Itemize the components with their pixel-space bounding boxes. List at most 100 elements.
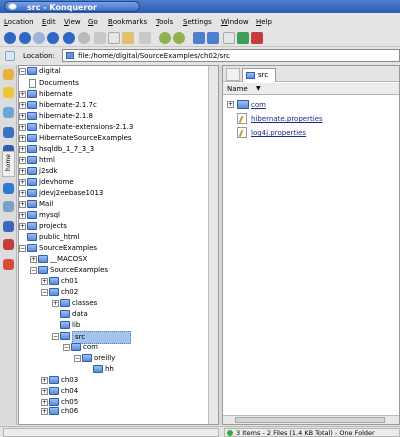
print-icon[interactable] (139, 32, 151, 44)
copy-icon[interactable] (108, 32, 120, 44)
expand-icon[interactable]: + (19, 157, 26, 164)
find-icon[interactable] (237, 32, 249, 44)
menu-window[interactable]: Window (221, 17, 249, 27)
file-row[interactable]: hibernate.properties (223, 112, 399, 125)
expand-icon[interactable]: + (41, 408, 48, 415)
network-icon[interactable] (3, 127, 14, 138)
expand-icon[interactable]: + (19, 223, 26, 230)
icon-view-icon[interactable] (193, 32, 205, 44)
scrollbar-thumb[interactable] (235, 417, 385, 423)
file-name[interactable]: hibernate.properties (251, 114, 323, 124)
expand-icon[interactable]: + (19, 212, 26, 219)
tree-vertical-scrollbar[interactable] (208, 66, 218, 424)
up-icon[interactable] (4, 32, 16, 44)
menu-help[interactable]: Help (256, 17, 272, 27)
collapse-icon[interactable]: − (19, 68, 26, 75)
menu-location[interactable]: Location (4, 17, 34, 27)
file-name[interactable]: com (251, 100, 266, 110)
menu-bookmarks[interactable]: Bookmarks (108, 17, 147, 27)
web-icon[interactable] (3, 239, 14, 250)
folder-icon (27, 101, 37, 109)
root-folder-icon[interactable] (3, 183, 14, 194)
menu-go[interactable]: Go (88, 17, 98, 27)
folder-tree[interactable]: − digital Documents + hibernate + hibernate… (18, 65, 219, 425)
collapse-icon[interactable]: − (19, 245, 26, 252)
tree-item-selected[interactable]: − src (19, 331, 131, 344)
folder-icon (27, 200, 37, 208)
column-header-name[interactable]: Name ▼ (223, 83, 399, 95)
expand-icon[interactable]: + (227, 101, 234, 108)
window-title-pill[interactable]: src - Konqueror (4, 1, 140, 12)
location-input[interactable]: file:/home/digital/SourceExamples/ch02/s… (62, 49, 400, 62)
status-left-pane (3, 428, 219, 437)
expand-icon[interactable]: + (19, 168, 26, 175)
sidebar-toggle-icon[interactable] (251, 32, 263, 44)
forward-icon[interactable] (33, 32, 45, 44)
file-view-horizontal-scrollbar[interactable] (223, 415, 399, 424)
tab-src[interactable]: src (242, 68, 276, 82)
expand-icon[interactable]: + (19, 201, 26, 208)
cut-icon[interactable] (94, 32, 106, 44)
collapse-icon[interactable]: − (41, 289, 48, 296)
window-title: src - Konqueror (27, 3, 97, 12)
view-tab-bar: src (223, 66, 399, 82)
trash-icon[interactable] (3, 259, 14, 270)
paste-icon[interactable] (122, 32, 134, 44)
folder-icon (27, 67, 37, 75)
expand-icon[interactable]: + (52, 300, 59, 307)
collapse-icon[interactable]: − (63, 344, 70, 351)
menu-tools[interactable]: Tools (156, 17, 173, 27)
system-icon[interactable] (3, 221, 14, 232)
expand-icon[interactable]: + (41, 377, 48, 384)
zoom-in-icon[interactable] (159, 32, 171, 44)
expand-icon[interactable]: + (41, 388, 48, 395)
file-row[interactable]: + com (223, 98, 399, 111)
expand-icon[interactable]: + (19, 113, 26, 120)
expand-icon[interactable]: + (19, 146, 26, 153)
services-icon[interactable] (3, 201, 14, 212)
folder-icon (60, 321, 70, 329)
file-row[interactable]: log4j.properties (223, 126, 399, 139)
sidebar-navigator: home (0, 65, 17, 425)
folder-icon (27, 178, 37, 186)
expand-icon[interactable]: + (19, 179, 26, 186)
view-mode-dropdown-icon[interactable] (223, 32, 235, 44)
clear-location-icon[interactable] (5, 51, 15, 61)
file-name[interactable]: log4j.properties (251, 128, 306, 138)
reload-icon[interactable] (63, 32, 75, 44)
home-icon[interactable] (47, 32, 59, 44)
expand-icon[interactable]: + (30, 256, 37, 263)
sort-descending-icon: ▼ (256, 85, 261, 92)
stop-icon[interactable] (78, 32, 90, 44)
bookmarks-icon[interactable] (3, 69, 14, 80)
favorites-icon[interactable] (3, 87, 14, 98)
folder-icon (60, 310, 70, 318)
folder-icon (237, 100, 249, 109)
detail-view-icon[interactable] (207, 32, 219, 44)
expand-icon[interactable]: + (19, 124, 26, 131)
menu-view[interactable]: View (64, 17, 81, 27)
expand-icon[interactable]: + (19, 190, 26, 197)
collapse-icon[interactable]: − (52, 333, 59, 340)
file-view[interactable]: src Name ▼ + com hibernate.properties lo… (222, 65, 400, 425)
expand-icon[interactable]: + (41, 278, 48, 285)
back-icon[interactable] (19, 32, 31, 44)
menu-settings[interactable]: Settings (183, 17, 212, 27)
collapse-icon[interactable]: − (74, 355, 81, 362)
expand-icon[interactable]: + (19, 135, 26, 142)
devices-icon[interactable] (3, 107, 14, 118)
location-url[interactable]: file:/home/digital/SourceExamples/ch02/s… (78, 51, 230, 61)
menu-edit[interactable]: Edit (42, 17, 56, 27)
expand-icon[interactable]: + (19, 91, 26, 98)
sidebar-tab-home[interactable]: home (2, 151, 15, 177)
new-tab-icon[interactable] (226, 68, 240, 81)
zoom-out-icon[interactable] (173, 32, 185, 44)
expand-icon[interactable]: + (19, 102, 26, 109)
status-right-pane: 3 Items - 2 Files (1.4 KB Total) - One F… (224, 428, 400, 437)
expand-icon[interactable]: + (41, 399, 48, 406)
collapse-icon[interactable]: − (30, 267, 37, 274)
folder-icon (27, 244, 37, 252)
folder-icon (49, 277, 59, 285)
folder-icon (27, 222, 37, 230)
folder-icon (27, 112, 37, 120)
